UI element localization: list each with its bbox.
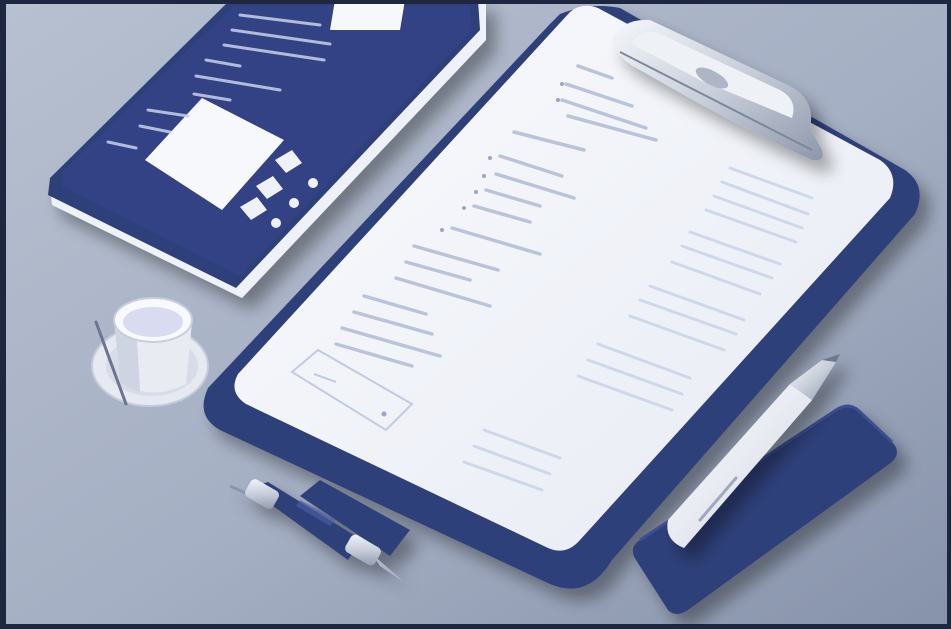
desk-illustration	[0, 0, 951, 629]
illustration-scene	[0, 0, 951, 629]
